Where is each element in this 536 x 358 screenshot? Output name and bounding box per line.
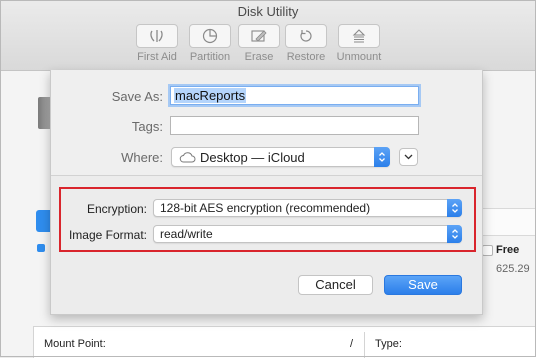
- type-label: Type:: [375, 338, 402, 350]
- usage-bar: [36, 210, 50, 232]
- free-value: 625.29: [496, 263, 530, 275]
- image-format-popup[interactable]: read/write: [153, 225, 462, 243]
- restore-icon: [300, 30, 312, 42]
- free-label: Free: [496, 244, 520, 256]
- first-aid-label: First Aid: [137, 51, 177, 63]
- restore-button[interactable]: Restore: [278, 24, 334, 63]
- updown-chevron-icon: [451, 229, 458, 239]
- restore-label: Restore: [286, 51, 326, 63]
- window-title: Disk Utility: [237, 4, 299, 19]
- section-divider: [51, 175, 482, 176]
- first-aid-icon: [150, 30, 163, 42]
- mount-point-value: /: [350, 338, 354, 350]
- partition-button[interactable]: Partition: [182, 24, 238, 63]
- expand-browser-button[interactable]: [399, 148, 418, 166]
- first-aid-button[interactable]: First Aid: [129, 24, 185, 63]
- tags-field[interactable]: [170, 116, 419, 135]
- image-format-popup-arrows: [447, 225, 462, 243]
- usage-bar-track: [480, 208, 536, 236]
- column-divider: [364, 332, 365, 358]
- icloud-icon: [179, 152, 196, 163]
- where-value: Desktop — iCloud: [200, 150, 305, 165]
- unmount-button[interactable]: Unmount: [331, 24, 387, 63]
- tags-label: Tags:: [131, 119, 163, 134]
- title-bar: Disk Utility First Aid Partition Erase R…: [0, 0, 536, 71]
- chevron-down-icon: [404, 154, 413, 160]
- save-dialog-sheet: Save As: macReports Tags: Where: Desktop…: [50, 70, 483, 315]
- where-popup-arrows: [374, 147, 390, 167]
- cancel-button[interactable]: Cancel: [298, 275, 373, 295]
- unmount-icon: [352, 29, 366, 43]
- image-format-value: read/write: [160, 227, 213, 241]
- save-as-field[interactable]: macReports: [170, 86, 419, 105]
- mount-point-label: Mount Point:: [44, 338, 106, 350]
- save-as-label: Save As:: [111, 89, 163, 104]
- updown-chevron-icon: [379, 152, 385, 162]
- encryption-popup[interactable]: 128-bit AES encryption (recommended): [153, 199, 462, 217]
- used-legend-swatch: [37, 244, 45, 252]
- save-as-value: macReports: [174, 88, 247, 103]
- save-button[interactable]: Save: [384, 275, 462, 295]
- unmount-label: Unmount: [336, 51, 382, 63]
- encryption-popup-arrows: [447, 199, 462, 217]
- free-legend-swatch: [482, 245, 493, 256]
- encryption-label: Encryption:: [86, 202, 147, 216]
- partition-label: Partition: [189, 51, 231, 63]
- updown-chevron-icon: [451, 203, 458, 213]
- partition-icon: [202, 28, 218, 44]
- volume-info-table: Mount Point: / Type:: [33, 326, 536, 358]
- image-format-label: Image Format:: [68, 228, 147, 242]
- erase-icon: [251, 30, 267, 42]
- encryption-value: 128-bit AES encryption (recommended): [160, 201, 371, 215]
- where-label: Where:: [121, 150, 163, 165]
- where-popup[interactable]: Desktop — iCloud: [171, 147, 390, 167]
